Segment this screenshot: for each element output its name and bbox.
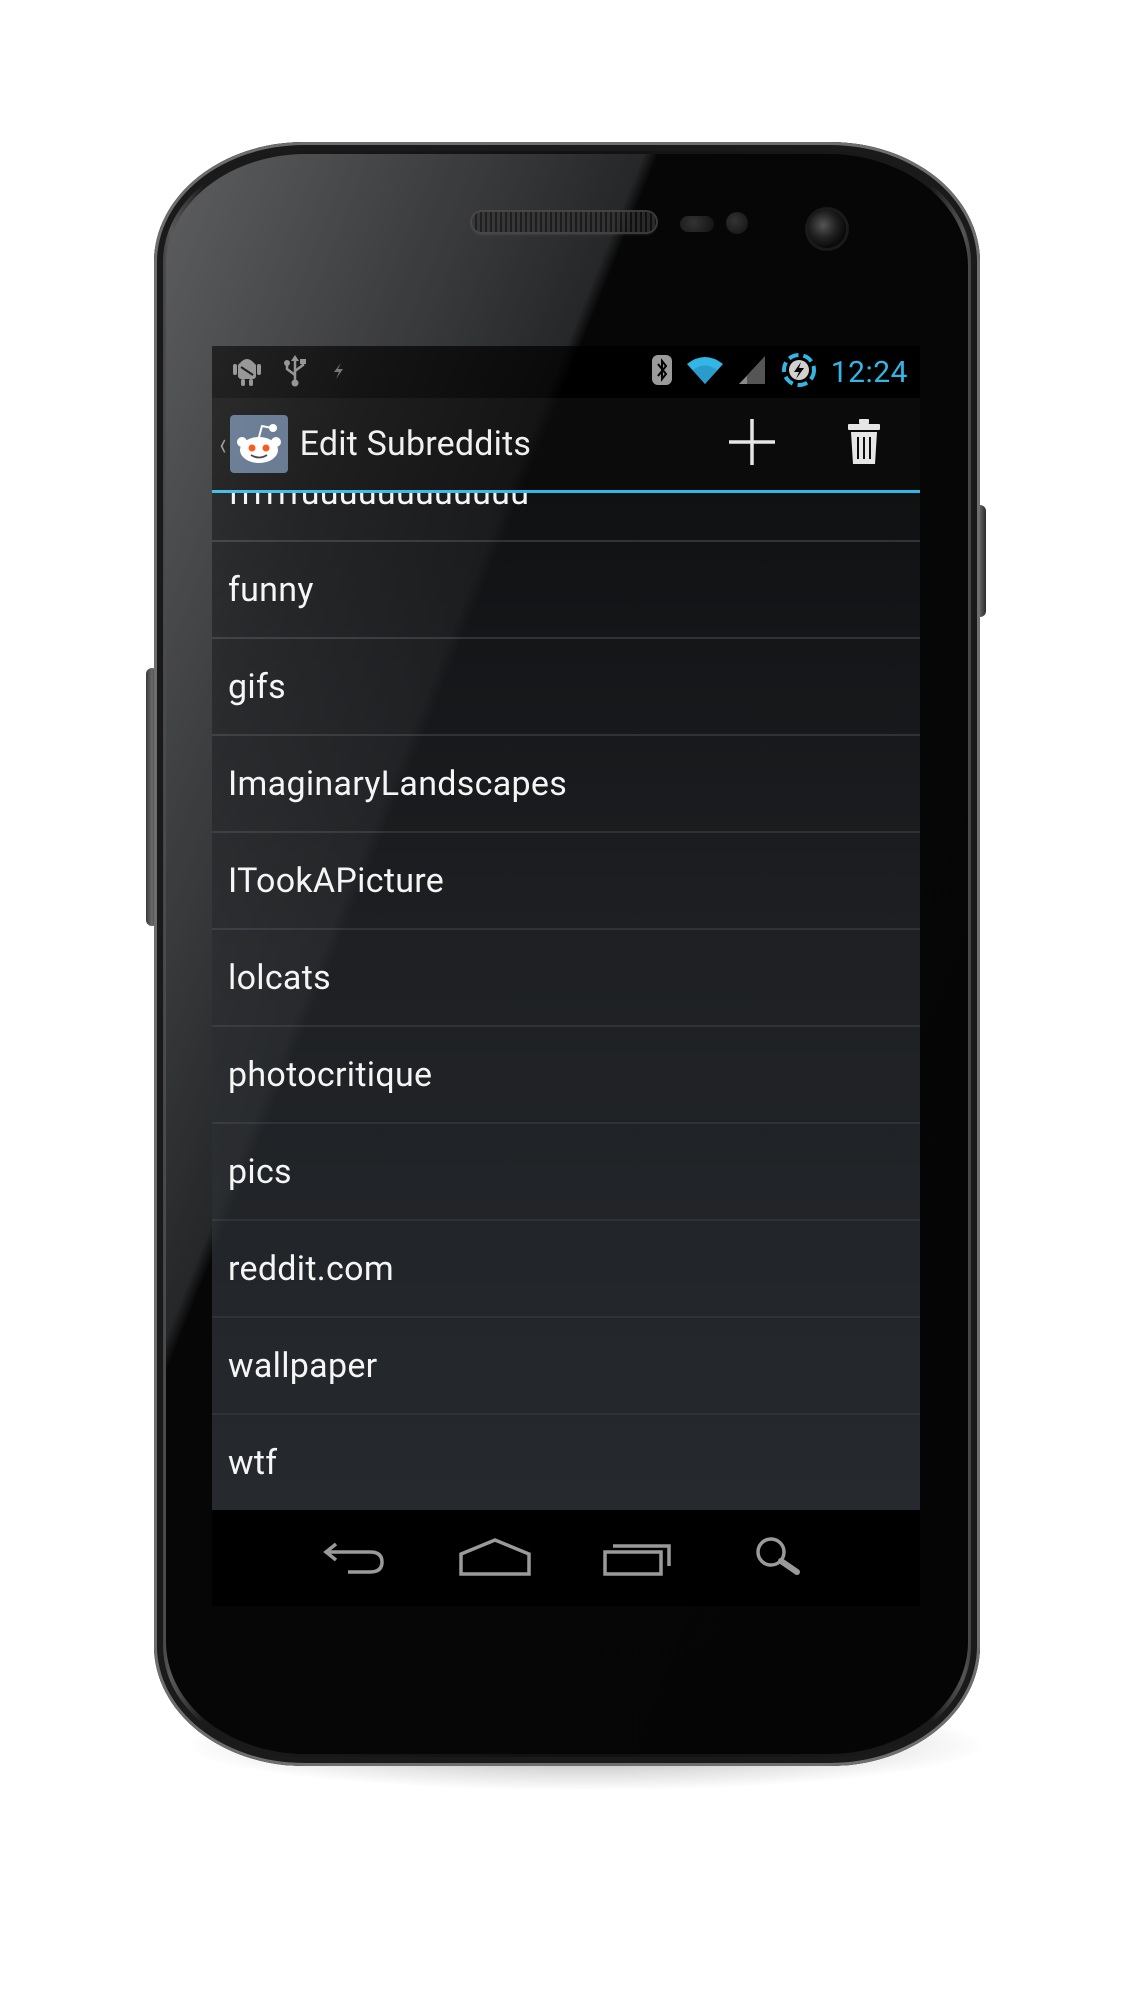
add-subreddit-button[interactable] [696, 398, 808, 490]
status-bar: 12:24 [212, 346, 920, 398]
subreddit-name: gifs [228, 666, 286, 707]
recent-apps-button[interactable] [587, 1523, 687, 1593]
subreddit-name: pics [228, 1151, 292, 1192]
back-icon [318, 1534, 388, 1582]
subreddit-name: ffffffuuuuuuuuuuuu [228, 493, 529, 513]
list-item[interactable]: gifs [212, 639, 920, 736]
front-camera [808, 210, 846, 248]
subreddit-name: reddit.com [228, 1248, 394, 1289]
list-item[interactable]: reddit.com [212, 1221, 920, 1318]
earpiece-speaker [472, 212, 656, 232]
subreddit-name: funny [228, 569, 314, 610]
bluetooth-icon [651, 354, 673, 390]
signal-icon [737, 354, 767, 390]
list-item[interactable]: ImaginaryLandscapes [212, 736, 920, 833]
subreddit-name: lolcats [228, 957, 331, 998]
up-caret-icon[interactable]: ‹ [219, 425, 226, 463]
subreddit-name: wtf [228, 1442, 278, 1483]
search-button[interactable] [729, 1523, 829, 1593]
screen-title: Edit Subreddits [299, 424, 532, 464]
delete-icon [846, 418, 882, 470]
list-item[interactable]: funny [212, 542, 920, 639]
list-item[interactable]: wallpaper [212, 1318, 920, 1415]
navigation-bar [212, 1510, 920, 1606]
recent-apps-icon [601, 1534, 673, 1582]
subreddit-list-items: ffffffuuuuuuuuuuuu funny gifs ImaginaryL… [212, 493, 920, 1510]
search-icon [749, 1532, 809, 1584]
list-item[interactable]: lolcats [212, 930, 920, 1027]
subreddit-name: ITookAPicture [228, 860, 445, 901]
list-item[interactable]: pics [212, 1124, 920, 1221]
usb-icon [282, 353, 308, 391]
list-item[interactable]: photocritique [212, 1027, 920, 1124]
action-bar: ‹ Edit Subreddits [212, 398, 920, 493]
proximity-sensor [680, 216, 714, 232]
light-sensor [726, 212, 748, 234]
device-screen: 12:24 ‹ Edit Subreddits funny gifs Imagi… [212, 346, 920, 1606]
subreddit-name: ImaginaryLandscapes [228, 763, 568, 804]
delete-subreddit-button[interactable] [808, 398, 920, 490]
add-icon [726, 416, 778, 472]
reddit-app-icon[interactable] [229, 415, 288, 473]
sync-icon [779, 350, 819, 394]
android-debug-icon [232, 353, 262, 391]
home-button[interactable] [445, 1523, 545, 1593]
list-item[interactable]: ITookAPicture [212, 833, 920, 930]
subreddit-name: photocritique [228, 1054, 433, 1095]
home-icon [457, 1534, 533, 1582]
list-item[interactable]: wtf [212, 1415, 920, 1510]
list-item[interactable]: ffffffuuuuuuuuuuuu [212, 493, 920, 542]
charging-icon [328, 355, 348, 389]
subreddit-list[interactable]: ffffffuuuuuuuuuuuu funny gifs ImaginaryL… [212, 493, 920, 1523]
wifi-icon [685, 354, 725, 390]
status-clock: 12:24 [830, 354, 908, 390]
back-button[interactable] [303, 1523, 403, 1593]
subreddit-name: wallpaper [228, 1345, 378, 1386]
